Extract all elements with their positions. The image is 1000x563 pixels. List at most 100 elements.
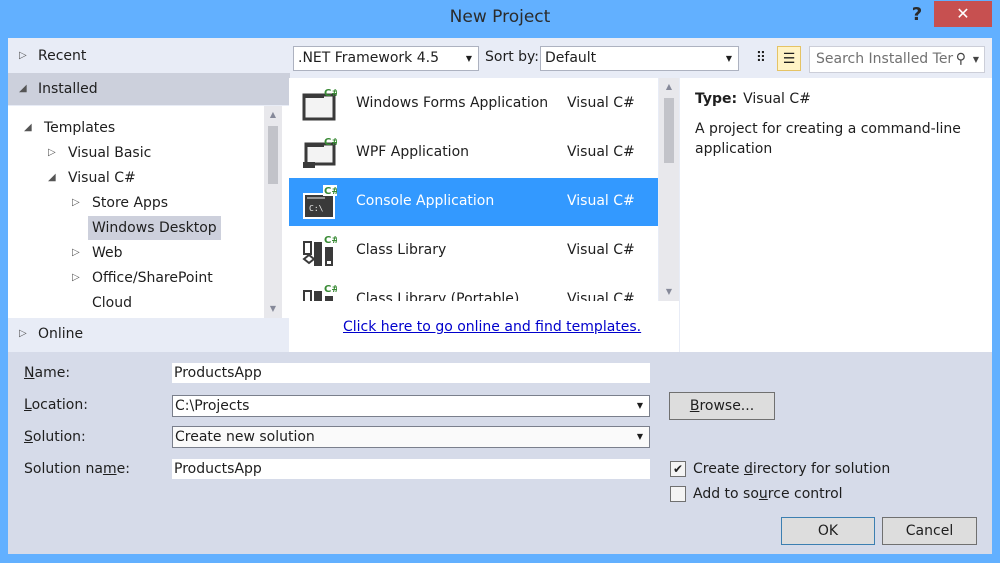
template-language: Visual C#	[567, 144, 635, 160]
online-templates-link[interactable]: Click here to go online and find templat…	[343, 319, 641, 335]
type-label: Type:	[695, 91, 738, 107]
template-language: Visual C#	[567, 291, 635, 301]
scroll-up-icon[interactable]: ▲	[264, 108, 282, 122]
sort-by-value: Default	[545, 50, 597, 66]
nav-online-label: Online	[38, 326, 84, 342]
sort-by-dropdown[interactable]: Default ▼	[540, 46, 739, 71]
dialog-title: New Project	[449, 7, 551, 27]
scrollbar-thumb[interactable]	[664, 98, 674, 163]
expand-arrow-icon: ▷	[72, 197, 80, 208]
source-control-checkbox[interactable]	[670, 486, 686, 502]
nav-online[interactable]: ▷ Online	[8, 318, 290, 350]
list-view-icon: ☰	[782, 51, 796, 67]
solution-dropdown[interactable]: Create new solution ▼	[172, 426, 650, 448]
collapse-arrow-icon: ◢	[48, 172, 56, 183]
chevron-down-icon[interactable]: ▼	[637, 396, 643, 416]
nav-installed-label: Installed	[38, 81, 98, 97]
framework-value: .NET Framework 4.5	[298, 50, 439, 66]
tree-item-cloud[interactable]: Cloud	[88, 291, 136, 315]
template-type: Type: Visual C#	[695, 91, 811, 107]
chevron-down-icon[interactable]: ▼	[973, 47, 979, 72]
tree-item-visual-csharp[interactable]: ◢ Visual C#	[48, 166, 140, 190]
portable-class-library-icon: C#	[303, 284, 337, 301]
browse-button[interactable]: Browse...	[669, 392, 775, 420]
nav-installed[interactable]: ◢ Installed	[8, 73, 290, 105]
tree-item-visual-basic[interactable]: ▷ Visual Basic	[48, 141, 155, 165]
collapse-arrow-icon: ◢	[19, 83, 27, 94]
chevron-down-icon: ▼	[725, 54, 732, 63]
sort-by-label: Sort by:	[485, 49, 540, 65]
template-name: Windows Forms Application	[356, 95, 549, 111]
ok-button[interactable]: OK	[781, 517, 875, 545]
template-name: Class Library (Portable)	[356, 291, 520, 301]
list-view-button[interactable]: ☰	[777, 46, 801, 71]
expand-arrow-icon: ▷	[72, 272, 80, 283]
framework-dropdown[interactable]: .NET Framework 4.5 ▼	[293, 46, 479, 71]
title-bar[interactable]: New Project ? ✕	[0, 0, 1000, 37]
online-templates-area: Click here to go online and find templat…	[289, 301, 679, 352]
chevron-down-icon: ▼	[465, 54, 472, 63]
solution-value: Create new solution	[175, 429, 315, 445]
solution-label: Solution:	[24, 429, 86, 445]
close-icon: ✕	[956, 4, 970, 23]
template-row-wpf[interactable]: C# WPF Application Visual C#	[289, 129, 658, 177]
template-language: Visual C#	[567, 193, 635, 209]
nav-recent-label: Recent	[38, 48, 87, 64]
dialog-client: ▷ Recent ◢ Installed ◢ Templates ▷ Visual …	[8, 38, 992, 554]
template-name: WPF Application	[356, 144, 470, 160]
small-icons-view-button[interactable]: ⠿	[749, 46, 773, 71]
scrollbar-thumb[interactable]	[268, 126, 278, 184]
tree-item-office-sharepoint[interactable]: ▷ Office/SharePoint	[72, 266, 217, 290]
search-placeholder: Search Installed Ter	[816, 51, 954, 67]
category-nav: ▷ Recent ◢ Installed ◢ Templates ▷ Visual …	[8, 38, 290, 352]
expand-arrow-icon: ▷	[19, 50, 27, 61]
svg-text:C#: C#	[324, 235, 337, 246]
help-button[interactable]: ?	[906, 3, 928, 27]
template-list-scrollbar[interactable]: ▲ ▼	[659, 78, 679, 301]
type-value: Visual C#	[743, 91, 811, 107]
chevron-down-icon: ▼	[636, 432, 643, 441]
expand-arrow-icon: ▷	[72, 247, 80, 258]
create-directory-label[interactable]: Create directory for solution	[693, 461, 890, 477]
template-language: Visual C#	[567, 95, 635, 111]
tree-item-label: Cloud	[92, 295, 132, 311]
cancel-button[interactable]: Cancel	[882, 517, 977, 545]
tree-item-label: Web	[92, 245, 123, 261]
class-library-icon: C#	[302, 235, 337, 266]
winforms-icon: C#	[302, 88, 337, 121]
template-row-console[interactable]: C:\ C# Console Application Visual C#	[289, 178, 658, 226]
expand-arrow-icon: ▷	[19, 328, 27, 339]
tree-item-web[interactable]: ▷ Web	[72, 241, 127, 265]
template-name: Class Library	[356, 242, 447, 258]
svg-text:C#: C#	[324, 284, 337, 295]
tree-item-store-apps[interactable]: ▷ Store Apps	[72, 191, 172, 215]
svg-text:C#: C#	[324, 186, 337, 197]
collapse-arrow-icon: ◢	[24, 122, 32, 133]
tree-item-windows-desktop[interactable]: Windows Desktop	[88, 216, 221, 240]
scroll-down-icon[interactable]: ▼	[264, 302, 282, 316]
close-button[interactable]: ✕	[934, 1, 992, 27]
template-row-windows-forms[interactable]: C# Windows Forms Application Visual C#	[289, 80, 658, 128]
solution-name-label: Solution name:	[24, 461, 130, 477]
scroll-down-icon[interactable]: ▼	[659, 285, 679, 299]
template-row-class-library[interactable]: C# Class Library Visual C#	[289, 227, 658, 275]
search-icon[interactable]: ⚲	[956, 47, 966, 72]
svg-text:C:\: C:\	[309, 204, 324, 213]
name-label: Name:	[24, 365, 71, 381]
name-field[interactable]: ProductsApp	[172, 363, 650, 383]
location-field[interactable]: C:\Projects ▼	[172, 395, 650, 417]
wpf-icon: C#	[303, 137, 337, 168]
location-value: C:\Projects	[175, 398, 250, 414]
source-control-label[interactable]: Add to source control	[693, 486, 843, 502]
tree-scrollbar[interactable]: ▲ ▼	[264, 106, 282, 318]
tree-item-templates[interactable]: ◢ Templates	[24, 116, 119, 140]
search-templates-input[interactable]: Search Installed Ter ⚲ ▼	[809, 46, 985, 73]
template-row-class-library-portable[interactable]: C# Class Library (Portable) Visual C#	[289, 276, 658, 301]
tree-item-label: Visual C#	[68, 170, 136, 186]
nav-recent[interactable]: ▷ Recent	[8, 40, 290, 72]
scroll-up-icon[interactable]: ▲	[659, 80, 679, 94]
create-directory-checkbox[interactable]: ✔	[670, 461, 686, 477]
tree-item-label: Store Apps	[92, 195, 169, 211]
template-name: Console Application	[356, 193, 495, 209]
solution-name-field[interactable]: ProductsApp	[172, 459, 650, 479]
